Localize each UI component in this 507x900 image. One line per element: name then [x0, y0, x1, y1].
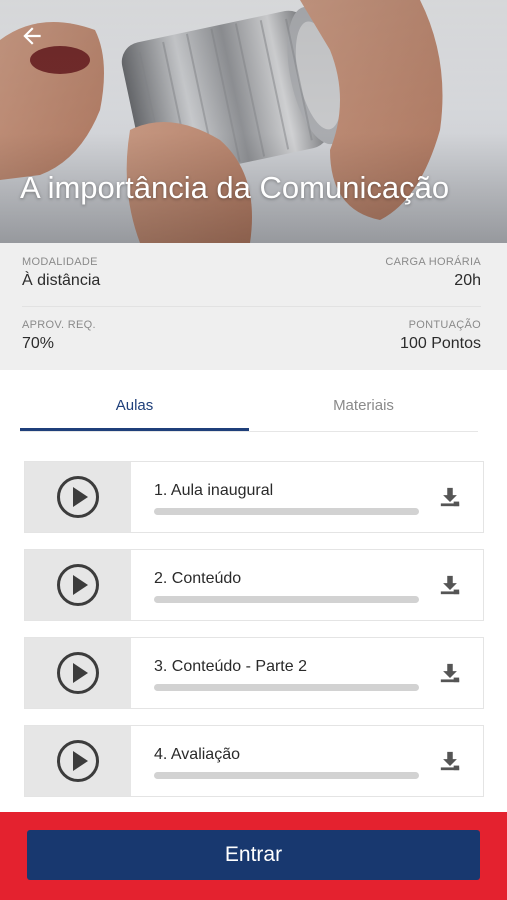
- play-circle-icon[interactable]: [56, 563, 100, 607]
- footer-bar: Entrar: [0, 812, 507, 900]
- lesson-thumbnail: [25, 550, 131, 620]
- lesson-item[interactable]: 3. Conteúdo - Parte 2: [24, 637, 484, 709]
- score-label: PONTUAÇÃO: [408, 319, 481, 331]
- lesson-thumbnail: [25, 462, 131, 532]
- info-row: APROV. REQ. 70% PONTUAÇÃO 100 Pontos: [22, 306, 481, 369]
- score-info: PONTUAÇÃO 100 Pontos: [400, 319, 481, 353]
- download-icon: [440, 663, 460, 683]
- course-title: A importância da Comunicação: [20, 170, 450, 205]
- lesson-title: 4. Avaliação: [154, 746, 240, 763]
- lesson-progress: [154, 596, 419, 603]
- download-button[interactable]: [437, 572, 463, 598]
- info-row: MODALIDADE À distância CARGA HORÁRIA 20h: [22, 243, 481, 307]
- modality-label: MODALIDADE: [22, 256, 98, 268]
- hours-label: CARGA HORÁRIA: [385, 256, 481, 268]
- back-button[interactable]: [14, 18, 50, 54]
- modality-info: MODALIDADE À distância: [22, 256, 100, 290]
- lesson-thumbnail: [25, 638, 131, 708]
- approval-value: 70%: [22, 335, 55, 352]
- play-circle-icon[interactable]: [56, 739, 100, 783]
- lesson-progress: [154, 772, 419, 779]
- course-info-panel: MODALIDADE À distância CARGA HORÁRIA 20h…: [0, 243, 507, 370]
- lesson-progress: [154, 684, 419, 691]
- hours-value: 20h: [454, 272, 481, 289]
- lesson-thumbnail: [25, 726, 131, 796]
- tab-materiais[interactable]: Materiais: [249, 382, 478, 428]
- score-value: 100 Pontos: [400, 335, 481, 352]
- lesson-title: 2. Conteúdo: [154, 570, 242, 587]
- tab-bar: Aulas Materiais: [20, 382, 478, 432]
- download-icon: [440, 575, 460, 595]
- download-icon: [440, 487, 460, 507]
- download-button[interactable]: [437, 748, 463, 774]
- approval-info: APROV. REQ. 70%: [22, 319, 96, 353]
- lesson-item[interactable]: 4. Avaliação: [24, 725, 484, 797]
- lesson-title: 1. Aula inaugural: [154, 482, 274, 499]
- modality-value: À distância: [22, 272, 101, 289]
- approval-label: APROV. REQ.: [22, 319, 96, 331]
- arrow-left-icon: [23, 27, 41, 45]
- download-button[interactable]: [437, 484, 463, 510]
- course-hero: A importância da Comunicação: [0, 0, 507, 243]
- download-icon: [440, 751, 460, 771]
- lesson-title: 3. Conteúdo - Parte 2: [154, 658, 307, 675]
- lesson-item[interactable]: 1. Aula inaugural: [24, 461, 484, 533]
- play-circle-icon[interactable]: [56, 475, 100, 519]
- hero-overlay: [0, 0, 507, 243]
- lesson-progress: [154, 508, 419, 515]
- play-circle-icon[interactable]: [56, 651, 100, 695]
- tab-aulas[interactable]: Aulas: [20, 382, 249, 431]
- lesson-item[interactable]: 2. Conteúdo: [24, 549, 484, 621]
- download-button[interactable]: [437, 660, 463, 686]
- hours-info: CARGA HORÁRIA 20h: [385, 256, 481, 290]
- enter-button[interactable]: Entrar: [27, 830, 480, 880]
